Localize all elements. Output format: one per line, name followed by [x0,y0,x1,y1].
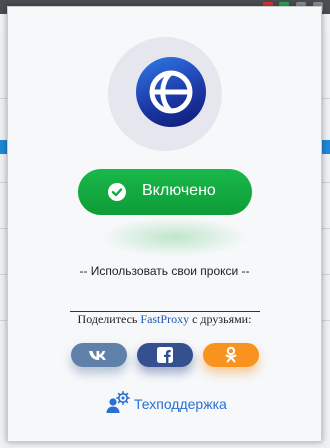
proxy-toggle-label: Включено [142,182,216,199]
odnoklassniki-icon [225,346,237,363]
share-vk-button[interactable] [71,343,127,367]
facebook-icon [157,347,173,363]
check-circle-icon [108,183,126,201]
use-own-proxies-link[interactable]: -- Использовать свои прокси -- [8,264,321,278]
vk-icon [89,351,106,360]
support-user-gear-icon [106,391,131,413]
globe-icon [136,57,206,127]
share-caption: Поделитесь FastProxy с друзьями: [8,312,321,327]
proxy-toggle-button[interactable]: Включено [78,169,252,215]
share-odnoklassniki-button[interactable] [203,343,259,367]
status-button-glow [100,217,250,257]
share-prefix: Поделитесь [77,312,138,326]
share-suffix: с друзьями: [192,312,252,326]
share-brand-name: FastProxy [140,312,190,326]
support-link[interactable]: Техподдержка [104,391,234,415]
extension-popup: Включено -- Использовать свои прокси -- … [7,6,322,442]
support-label: Техподдержка [134,396,227,412]
share-facebook-button[interactable] [137,343,193,367]
